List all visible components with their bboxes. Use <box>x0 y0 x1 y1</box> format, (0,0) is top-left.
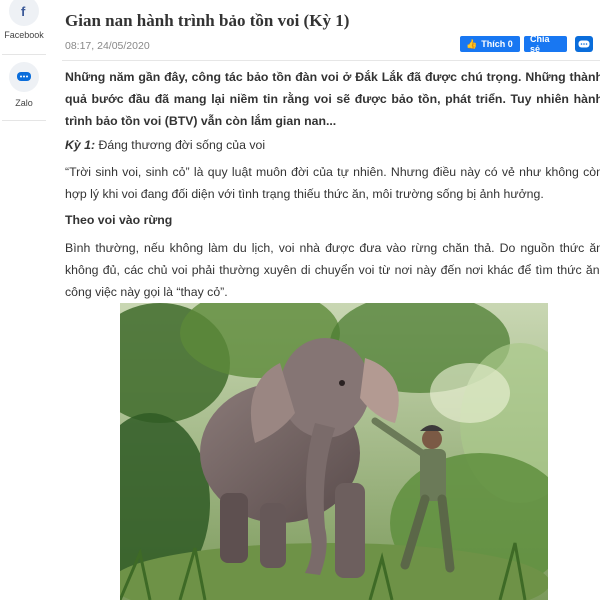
zalo-share-button[interactable]: Zalo <box>0 62 48 108</box>
paragraph-2: Bình thường, nếu không làm du lịch, voi … <box>65 241 600 299</box>
subheading: Theo voi vào rừng <box>65 213 173 227</box>
zalo-share-icon[interactable] <box>575 36 593 52</box>
article: Gian nan hành trình bảo tồn voi (Kỳ 1) 0… <box>62 0 600 600</box>
facebook-share-small-button[interactable]: Chia sẻ <box>524 34 567 54</box>
rail-divider <box>2 54 46 55</box>
facebook-like-button[interactable]: 👍 Thích 0 <box>460 36 520 52</box>
share-rail: f Facebook Zalo <box>0 0 48 600</box>
thumbs-up-icon: 👍 <box>466 38 478 49</box>
chapter-label: Kỳ 1: <box>65 138 96 152</box>
chapter-title: Đáng thương đời sống của voi <box>95 138 266 152</box>
facebook-like-label: Thích 0 <box>481 39 513 49</box>
facebook-share-label: Chia sẻ <box>530 34 550 54</box>
facebook-share-button[interactable]: f Facebook <box>0 0 48 40</box>
zalo-icon <box>9 62 39 92</box>
chapter-heading: Kỳ 1: Đáng thương đời sống của voi <box>65 134 600 156</box>
article-datetime: 08:17, 24/05/2020 <box>65 40 150 52</box>
header-divider <box>62 60 600 61</box>
zalo-label: Zalo <box>15 98 33 108</box>
paragraph-1: “Trời sinh voi, sinh cỏ” là quy luật muô… <box>65 165 600 201</box>
elephant-photo-illustration <box>120 303 548 600</box>
facebook-label: Facebook <box>4 30 44 40</box>
svg-text:f: f <box>21 4 26 18</box>
article-lead: Những năm gần đây, công tác bảo tồn đàn … <box>65 70 600 128</box>
facebook-icon: f <box>9 0 39 26</box>
rail-divider <box>2 120 46 121</box>
article-photo <box>120 303 548 600</box>
article-title: Gian nan hành trình bảo tồn voi (Kỳ 1) <box>65 11 350 30</box>
